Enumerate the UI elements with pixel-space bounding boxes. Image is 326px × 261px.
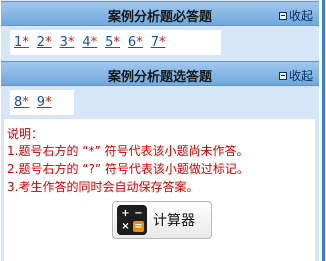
calculator-button[interactable]: + − × = 计算器	[112, 201, 212, 239]
section-title-optional: 案例分析题选答题	[107, 70, 212, 85]
collapse-button-optional[interactable]: 收起	[278, 67, 313, 84]
question-list-required: 1* 2* 3* 4* 5* 6* 7*	[10, 30, 221, 55]
question-link-3[interactable]: 3*	[60, 35, 75, 50]
section-header-optional: 案例分析题选答题 收起	[1, 61, 319, 86]
note-line-3: 3.考生作答的同时会自动保存答案。	[7, 180, 199, 194]
question-link-7[interactable]: 7*	[151, 35, 166, 50]
scrollbar-thumb[interactable]	[322, 0, 325, 261]
question-link-1[interactable]: 1*	[14, 35, 29, 50]
question-link-8[interactable]: 8*	[14, 95, 29, 110]
notes-heading: 说明：	[7, 127, 44, 141]
collapse-icon	[278, 71, 287, 80]
notes-box: 说明： 1.题号右方的 “*” 符号代表该小题尚未作答。 2.题号右方的 “?”…	[4, 119, 315, 261]
question-list-optional: 8* 9*	[10, 90, 74, 115]
question-link-5[interactable]: 5*	[105, 35, 120, 50]
question-link-2[interactable]: 2*	[37, 35, 52, 50]
collapse-label: 收起	[288, 9, 313, 23]
note-line-1: 1.题号右方的 “*” 符号代表该小题尚未作答。	[7, 144, 249, 158]
question-link-6[interactable]: 6*	[128, 35, 143, 50]
question-link-9[interactable]: 9*	[37, 95, 52, 110]
question-link-4[interactable]: 4*	[82, 35, 97, 50]
section-title-required: 案例分析题必答题	[107, 10, 212, 25]
collapse-icon	[278, 11, 287, 20]
scrollbar[interactable]	[320, 0, 326, 261]
note-line-2: 2.题号右方的 “?” 符号代表该小题做过标记。	[7, 162, 249, 176]
section-header-required: 案例分析题必答题 收起	[1, 1, 319, 26]
collapse-button-required[interactable]: 收起	[278, 7, 313, 24]
calculator-icon: + − × =	[117, 205, 147, 235]
collapse-label: 收起	[288, 69, 313, 83]
calculator-label: 计算器	[153, 213, 195, 229]
